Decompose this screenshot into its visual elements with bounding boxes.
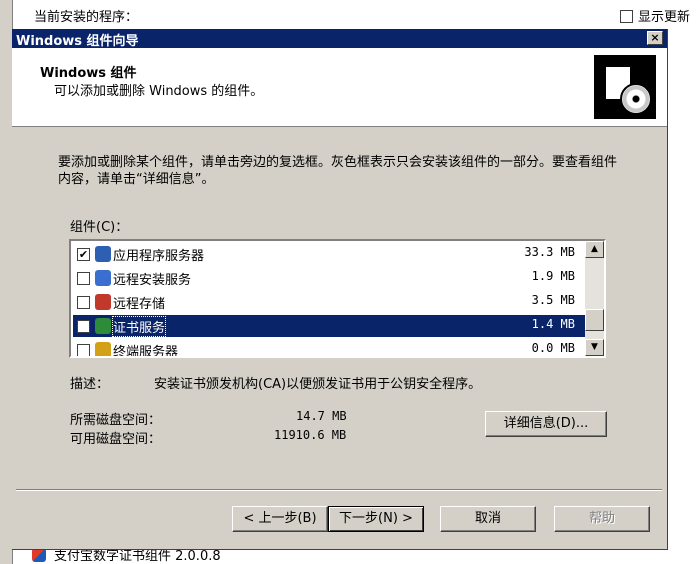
required-space-label: 所需磁盘空间： [70,413,162,428]
components-label: 组件(C)： [70,220,129,235]
component-name: 远程安装服务 [113,273,192,288]
component-name: 证书服务 [111,316,167,337]
component-name: 远程存储 [113,297,166,312]
component-row[interactable]: 远程安装服务 1.9 MB [73,267,585,289]
wizard-header: Windows 组件 可以添加或删除 Windows 的组件。 [12,48,667,127]
close-button[interactable]: × [647,31,663,45]
component-row[interactable]: ✔ 应用程序服务器 33.3 MB [73,243,585,265]
cancel-button[interactable]: 取消 [440,506,536,532]
component-size: 1.4 MB [531,317,575,331]
instruction-text: 要添加或删除某个组件，请单击旁边的复选框。灰色框表示只会安装该组件的一部分。要查… [58,155,618,187]
component-checkbox[interactable] [77,344,90,356]
show-updates-label: 显示更新 [638,10,691,25]
app-server-icon [95,246,111,262]
header-title: Windows 组件 [40,66,137,81]
scroll-thumb[interactable] [585,309,604,331]
help-button[interactable]: 帮助 [554,506,650,532]
component-row[interactable]: 证书服务 1.4 MB [73,315,585,337]
header-subtitle: 可以添加或删除 Windows 的组件。 [54,84,264,99]
description-text: 安装证书颁发机构(CA)以便颁发证书用于公钥安全程序。 [154,377,482,392]
installed-programs-label: 当前安装的程序： [34,10,139,25]
available-space-value: 11910.6 MB [274,428,347,442]
available-space-label: 可用磁盘空间： [70,432,162,447]
window-title: Windows 组件向导 [16,34,139,49]
remote-install-icon [95,270,111,286]
scroll-up-button[interactable]: ▲ [585,241,604,258]
component-name: 终端服务器 [113,345,179,358]
details-button[interactable]: 详细信息(D)... [485,411,607,437]
description-label: 描述： [70,377,110,392]
components-cd-icon [594,55,656,119]
component-name: 应用程序服务器 [113,249,205,264]
components-list[interactable]: ✔ 应用程序服务器 33.3 MB 远程安装服务 1.9 MB 远程存储 3.5 MB 证书服… [69,239,606,358]
component-row[interactable]: 终端服务器 0.0 MB [73,339,585,358]
component-checkbox[interactable] [77,296,90,309]
windows-components-wizard: Windows 组件向导 × Windows 组件 可以添加或删除 Window… [12,29,668,550]
alipay-shield-icon [32,548,46,562]
next-button[interactable]: 下一步(N) > [328,506,424,532]
title-bar[interactable]: Windows 组件向导 × [12,29,667,49]
remote-storage-icon [95,294,111,310]
component-checkbox[interactable]: ✔ [77,248,90,261]
button-separator [16,489,662,491]
component-size: 3.5 MB [531,293,575,307]
program-name: 支付宝数字证书组件 2.0.0.8 [54,549,221,564]
component-checkbox[interactable] [77,320,90,333]
component-checkbox[interactable] [77,272,90,285]
back-button[interactable]: < 上一步(B) [232,506,328,532]
show-updates-checkbox[interactable] [620,10,633,23]
component-size: 0.0 MB [531,341,575,355]
list-scrollbar[interactable]: ▲ ▼ [585,241,604,356]
terminal-server-icon [95,342,111,356]
component-row[interactable]: 远程存储 3.5 MB [73,291,585,313]
scroll-down-button[interactable]: ▼ [585,339,604,356]
component-size: 33.3 MB [524,245,575,259]
required-space-value: 14.7 MB [296,409,347,423]
component-size: 1.9 MB [531,269,575,283]
certificate-icon [95,318,111,334]
